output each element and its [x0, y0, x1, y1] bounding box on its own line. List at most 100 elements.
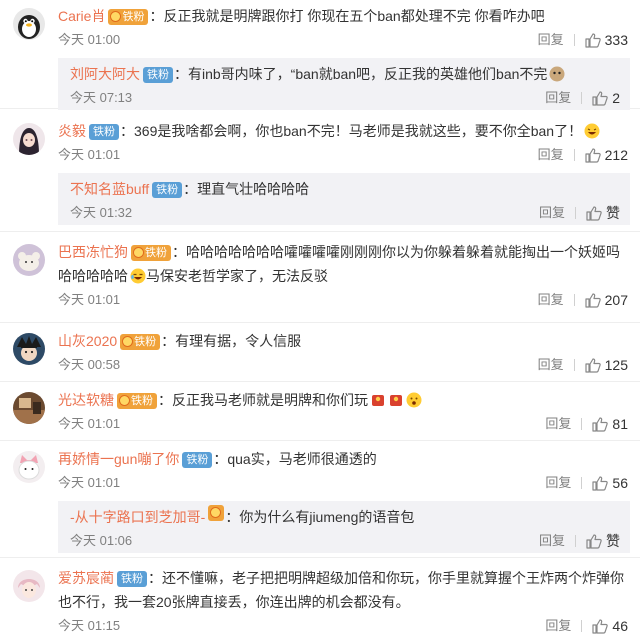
- like-button[interactable]: 46: [592, 614, 628, 638]
- username[interactable]: 光达软糖: [58, 392, 114, 408]
- username[interactable]: Carie肖: [58, 8, 105, 24]
- comment-text: ：qua实，马老师很通透的: [213, 451, 377, 467]
- divider: [573, 359, 575, 371]
- red-envelope-emoji-icon: [390, 395, 402, 406]
- like-button[interactable]: 2: [592, 86, 620, 110]
- reply-box: 不知名蓝buff 铁粉 ：理直气壮哈哈哈哈 今天 01:32 回复 赞: [58, 173, 630, 225]
- comment-text-continued: 马保安老哲学家了，无法反驳: [146, 268, 328, 284]
- comment-time: 今天 00:58: [58, 357, 121, 372]
- reply-actions: 回复 赞: [539, 201, 620, 225]
- reply-button[interactable]: 回复: [539, 201, 565, 225]
- username[interactable]: 再娇情一gun嘣了你: [58, 451, 179, 467]
- like-count: 2: [612, 90, 620, 106]
- fan-badge[interactable]: 铁粉: [120, 334, 161, 350]
- reply-text: ：你为什么有jiumeng的语音包: [225, 509, 415, 525]
- comment-time: 今天 01:15: [58, 618, 121, 633]
- like-button[interactable]: 81: [592, 412, 628, 436]
- red-envelope-emoji-icon: [372, 395, 384, 406]
- reply-button[interactable]: 回复: [545, 614, 571, 638]
- reply-button[interactable]: 回复: [538, 143, 564, 167]
- comment-actions: 回复 207: [538, 288, 628, 312]
- reply-box: 刘阿大阿大 铁粉 ：有inb哥内味了，“ban就ban吧，反正我的英雄他们ban不完…: [58, 58, 630, 110]
- thumbs-up-icon: [585, 32, 601, 48]
- reply-button[interactable]: 回复: [538, 28, 564, 52]
- comment-feed: Carie肖 铁粉 ：反正我就是明牌跟你打 你现在五个ban都处理不完 你看咋办吧 …: [0, 0, 640, 638]
- fan-badge[interactable]: 铁粉: [89, 124, 119, 140]
- reply-time: 今天 01:32: [70, 205, 133, 220]
- fan-badge[interactable]: 铁粉: [182, 452, 213, 468]
- comment-item: 光达软糖 铁粉 ：反正我马老师就是明牌和你们玩 今天 01:01 回复 81: [0, 382, 640, 441]
- divider: [581, 477, 583, 489]
- divider: [575, 207, 576, 219]
- laughing-emoji-icon: [584, 123, 600, 139]
- like-count: 56: [612, 475, 628, 491]
- like-count: 207: [604, 292, 628, 308]
- comment-actions: 回复 333: [538, 28, 628, 52]
- username[interactable]: 爱苏宸蔺: [58, 570, 114, 586]
- like-button[interactable]: 赞: [586, 529, 620, 553]
- comment-text: ：反正我就是明牌跟你打 你现在五个ban都处理不完 你看咋办吧: [149, 8, 545, 24]
- reply-button[interactable]: 回复: [538, 288, 564, 312]
- crying-laugh-emoji-icon: [130, 268, 146, 284]
- fan-badge[interactable]: 铁粉: [108, 9, 149, 25]
- fan-badge[interactable]: 铁粉: [117, 393, 157, 409]
- like-count: 46: [612, 618, 628, 634]
- comment-item: 再娇情一gun嘣了你 铁粉 ：qua实，马老师很通透的 今天 01:01 回复 56…: [0, 441, 640, 558]
- comment-actions: 回复 125: [538, 353, 628, 377]
- thumbs-up-icon: [585, 357, 601, 373]
- thumbs-up-icon: [585, 292, 601, 308]
- fan-badge[interactable]: 铁粉: [117, 571, 147, 587]
- comment-time: 今天 01:01: [58, 475, 121, 490]
- thumbs-up-icon: [592, 475, 609, 491]
- thumbs-up-icon: [586, 205, 602, 221]
- fan-badge-icon[interactable]: [208, 505, 225, 521]
- comment-text: ：369是我啥都会啊，你也ban不完！马老师是我就这些，要不你全ban了！: [120, 123, 583, 139]
- like-count: 212: [604, 147, 628, 163]
- username[interactable]: 巴西冻忙狗: [58, 244, 128, 260]
- divider: [573, 294, 575, 306]
- username[interactable]: 山灰2020: [58, 333, 117, 349]
- reply-button[interactable]: 回复: [539, 529, 565, 553]
- fan-badge[interactable]: 铁粉: [152, 182, 183, 198]
- reply-button[interactable]: 回复: [545, 86, 571, 110]
- divider: [575, 535, 576, 547]
- divider: [581, 92, 583, 104]
- reply-text: ：有inb哥内味了，“ban就ban吧，反正我的英雄他们ban不完: [174, 66, 548, 82]
- like-button[interactable]: 212: [585, 143, 628, 167]
- like-button[interactable]: 56: [592, 471, 628, 495]
- like-button[interactable]: 赞: [586, 201, 620, 225]
- divider: [581, 418, 583, 430]
- like-button[interactable]: 207: [585, 288, 628, 312]
- like-count: 333: [604, 32, 628, 48]
- reply-text: ：理直气壮哈哈哈哈: [183, 181, 310, 197]
- comment-time: 今天 01:00: [58, 32, 121, 47]
- comment-text: ：反正我马老师就是明牌和你们玩: [158, 392, 368, 408]
- reply-actions: 回复 赞: [539, 529, 620, 553]
- reply-button[interactable]: 回复: [538, 353, 564, 377]
- fan-badge[interactable]: 铁粉: [143, 67, 173, 83]
- like-button[interactable]: 333: [585, 28, 628, 52]
- comment-time: 今天 01:01: [58, 416, 121, 431]
- comment-item: Carie肖 铁粉 ：反正我就是明牌跟你打 你现在五个ban都处理不完 你看咋办吧 …: [0, 0, 640, 110]
- reply-username[interactable]: 刘阿大阿大: [70, 66, 140, 82]
- reply-username[interactable]: -从十字路口到芝加哥-: [70, 509, 205, 525]
- thumbs-up-icon: [592, 416, 609, 432]
- like-button[interactable]: 125: [585, 353, 628, 377]
- reply-actions: 回复 2: [545, 86, 620, 110]
- thumbs-up-icon: [585, 147, 601, 163]
- comment-item: 炎毅 铁粉 ：369是我啥都会啊，你也ban不完！马老师是我就这些，要不你全ban了…: [0, 109, 640, 232]
- comment-item: 爱苏宸蔺 铁粉 ：还不懂嘛，老子把把明牌超级加倍和你玩，你手里就算握个王炸两个炸弹你…: [0, 558, 640, 638]
- reply-button[interactable]: 回复: [545, 471, 571, 495]
- username[interactable]: 炎毅: [58, 123, 86, 139]
- reply-username[interactable]: 不知名蓝buff: [70, 181, 149, 197]
- comment-time: 今天 01:01: [58, 292, 121, 307]
- comment-actions: 回复 56: [545, 471, 628, 495]
- reply-button[interactable]: 回复: [545, 412, 571, 436]
- thumbs-up-icon: [592, 618, 609, 634]
- comment-actions: 回复 212: [538, 143, 628, 167]
- comment-actions: 回复 46: [545, 614, 628, 638]
- emoji-icon: [549, 66, 565, 82]
- comment-item: 巴西冻忙狗 铁粉 ：哈哈哈哈哈哈哈嚯嚯嚯嚯刚刚刚你以为你躲着躲着就能掏出一个妖姬吗哈…: [0, 232, 640, 323]
- fan-badge[interactable]: 铁粉: [131, 245, 171, 261]
- comment-time: 今天 01:01: [58, 147, 121, 162]
